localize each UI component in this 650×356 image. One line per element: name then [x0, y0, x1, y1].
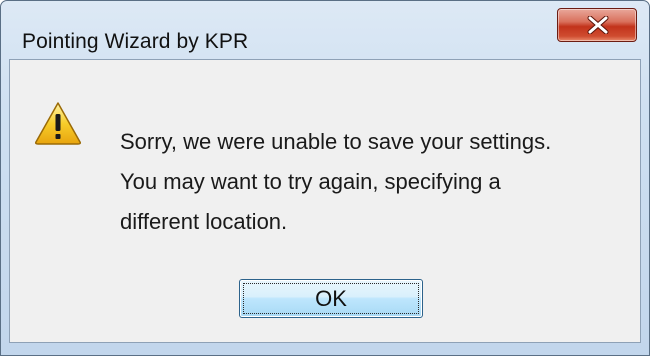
dialog-body: Sorry, we were unable to save your setti…: [9, 59, 641, 343]
close-button[interactable]: [557, 8, 637, 42]
close-icon: [587, 16, 609, 34]
ok-button[interactable]: OK: [239, 279, 423, 318]
title-bar[interactable]: Pointing Wizard by KPR: [1, 1, 649, 61]
message-line-2: You may want to try again, specifying a: [120, 169, 501, 194]
dialog-window: Pointing Wizard by KPR Sorry, we were un…: [0, 0, 650, 356]
ok-button-label: OK: [315, 286, 347, 311]
error-message: Sorry, we were unable to save your setti…: [120, 122, 630, 242]
warning-icon: [35, 102, 81, 145]
message-line-1: Sorry, we were unable to save your setti…: [120, 129, 552, 154]
message-line-3: different location.: [120, 209, 288, 234]
window-title: Pointing Wizard by KPR: [22, 30, 249, 53]
